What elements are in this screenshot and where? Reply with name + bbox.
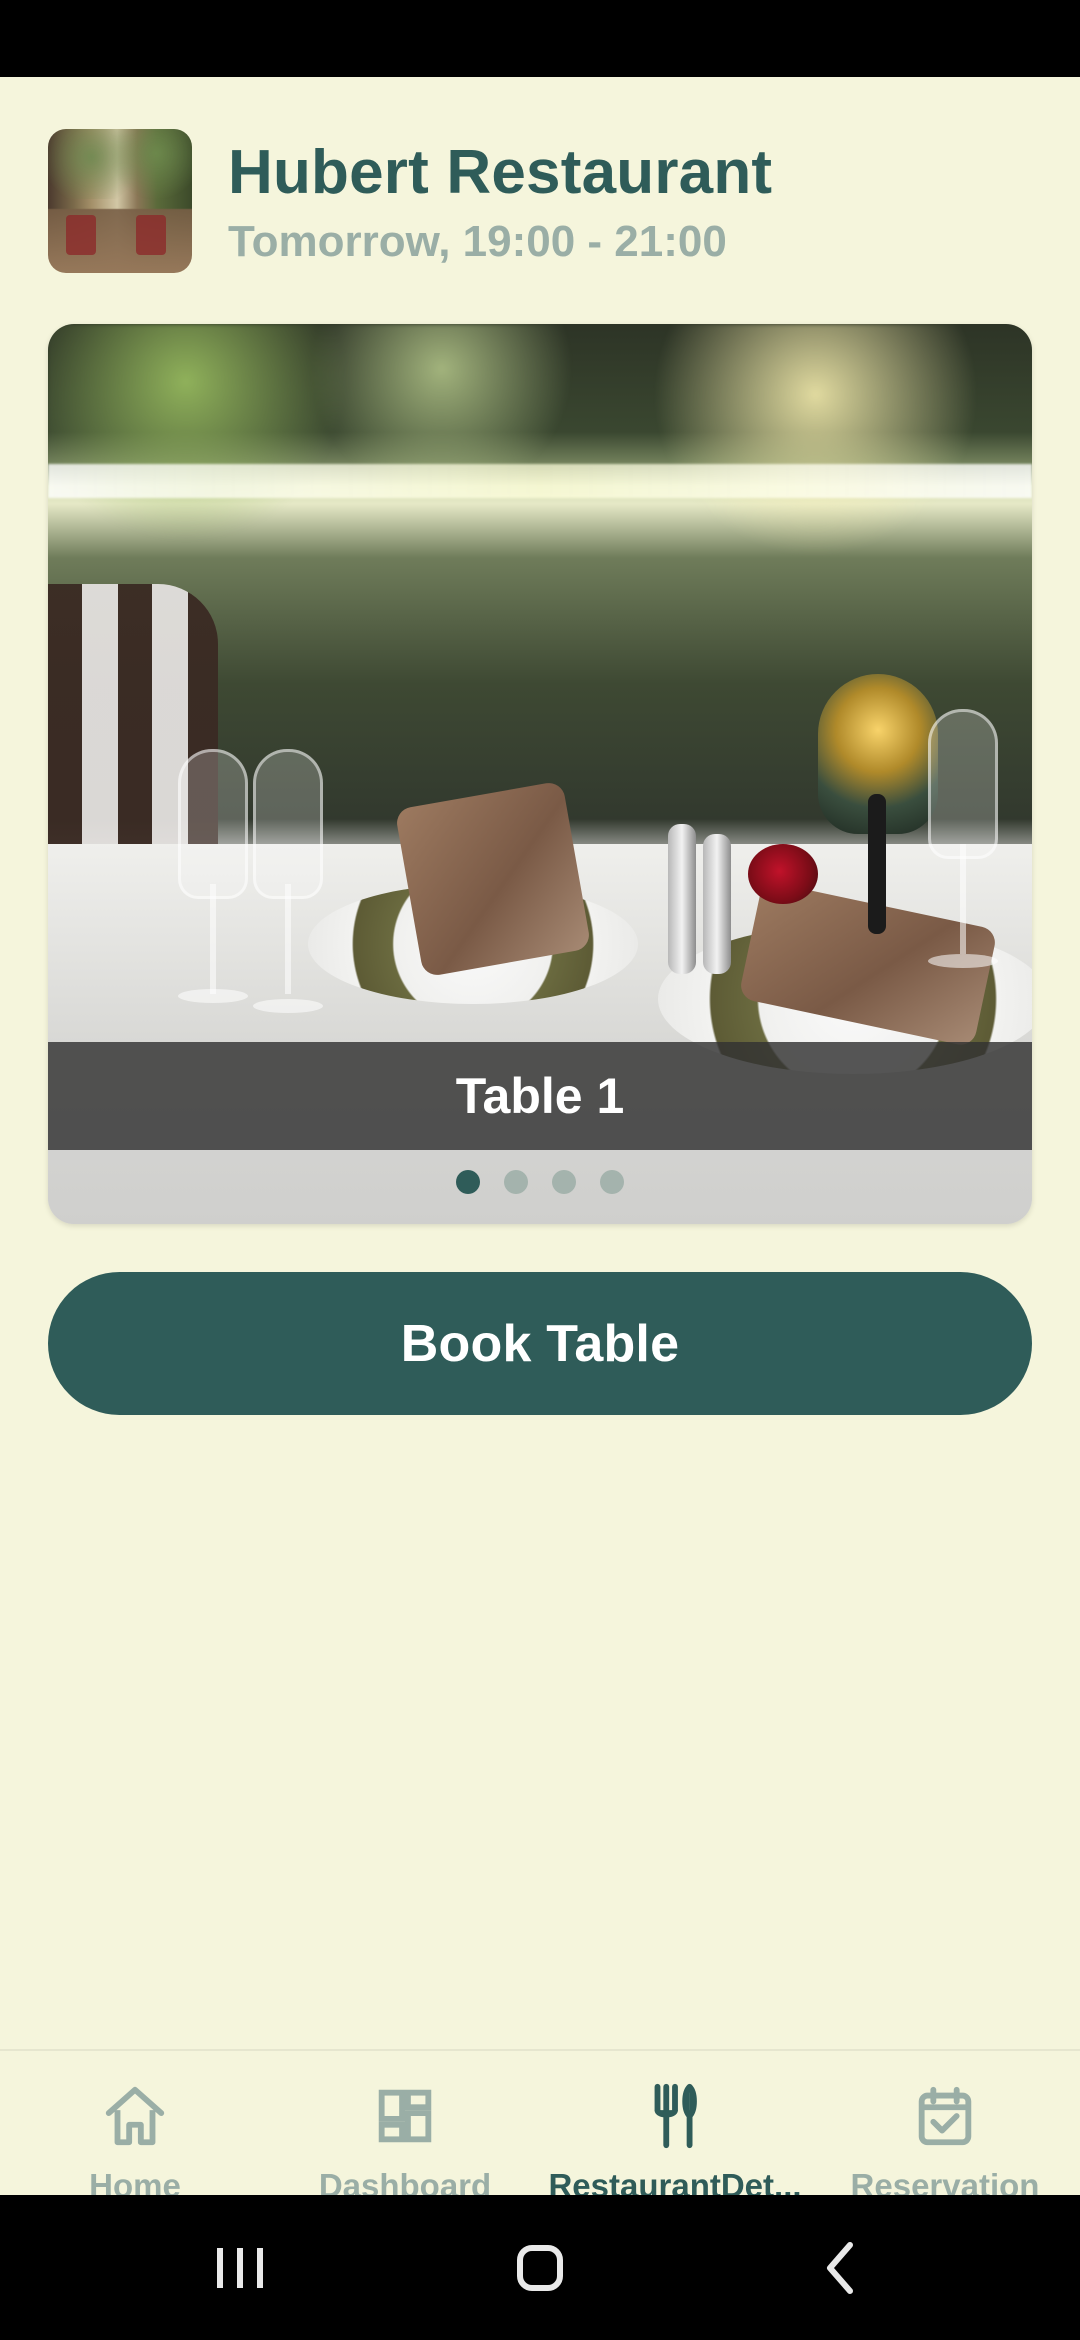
carousel-image-glass-3-base: [928, 954, 998, 968]
restaurant-thumbnail: [48, 129, 192, 273]
pager-dot-4[interactable]: [600, 1170, 624, 1194]
carousel-image-glass-3-stem: [960, 844, 966, 954]
carousel-image-candle-stem: [868, 794, 886, 934]
carousel-image-glass-1: [178, 749, 248, 899]
pager-dot-2[interactable]: [504, 1170, 528, 1194]
table-carousel[interactable]: Table 1: [48, 324, 1032, 1224]
carousel-image-glass-1-stem: [210, 884, 216, 994]
carousel-image-glass-2-stem: [285, 884, 291, 994]
home-square-icon: [517, 2244, 563, 2291]
carousel-image-glass-2-base: [253, 999, 323, 1013]
carousel-caption: Table 1: [48, 1042, 1032, 1150]
back-chevron-icon: [827, 2241, 853, 2294]
carousel-image-shaker-1: [668, 824, 696, 974]
carousel-image-glass-2: [253, 749, 323, 899]
carousel-image-rose: [748, 844, 818, 904]
calendar-check-icon: [918, 2086, 972, 2146]
android-system-nav: [0, 2195, 1080, 2340]
carousel-image-glass-3: [928, 709, 998, 859]
pager-dot-3[interactable]: [552, 1170, 576, 1194]
carousel-image-shaker-2: [703, 834, 731, 974]
book-table-button[interactable]: Book Table: [48, 1272, 1032, 1415]
recent-apps-icon: [217, 2247, 263, 2288]
restaurant-title: Hubert Restaurant: [228, 138, 773, 207]
table-name: Table 1: [455, 1068, 625, 1124]
carousel-pager[interactable]: [48, 1170, 1032, 1200]
utensils-icon: [654, 2083, 697, 2149]
restaurant-detail-screen: Hubert Restaurant Tomorrow, 19:00 - 21:0…: [0, 77, 1080, 2272]
reservation-time: Tomorrow, 19:00 - 21:00: [228, 217, 727, 266]
back-button[interactable]: [740, 2195, 940, 2340]
pager-dot-1[interactable]: [456, 1170, 480, 1194]
carousel-image-lightstrip: [48, 464, 1032, 498]
dashboard-icon: [378, 2089, 432, 2143]
status-bar: [0, 0, 1080, 77]
home-icon: [105, 2086, 165, 2146]
restaurant-header: Hubert Restaurant Tomorrow, 19:00 - 21:0…: [48, 129, 1048, 273]
carousel-image-napkin-left: [394, 780, 592, 978]
home-button[interactable]: [440, 2195, 640, 2340]
recent-apps-button[interactable]: [140, 2195, 340, 2340]
carousel-image-glass-1-base: [178, 989, 248, 1003]
